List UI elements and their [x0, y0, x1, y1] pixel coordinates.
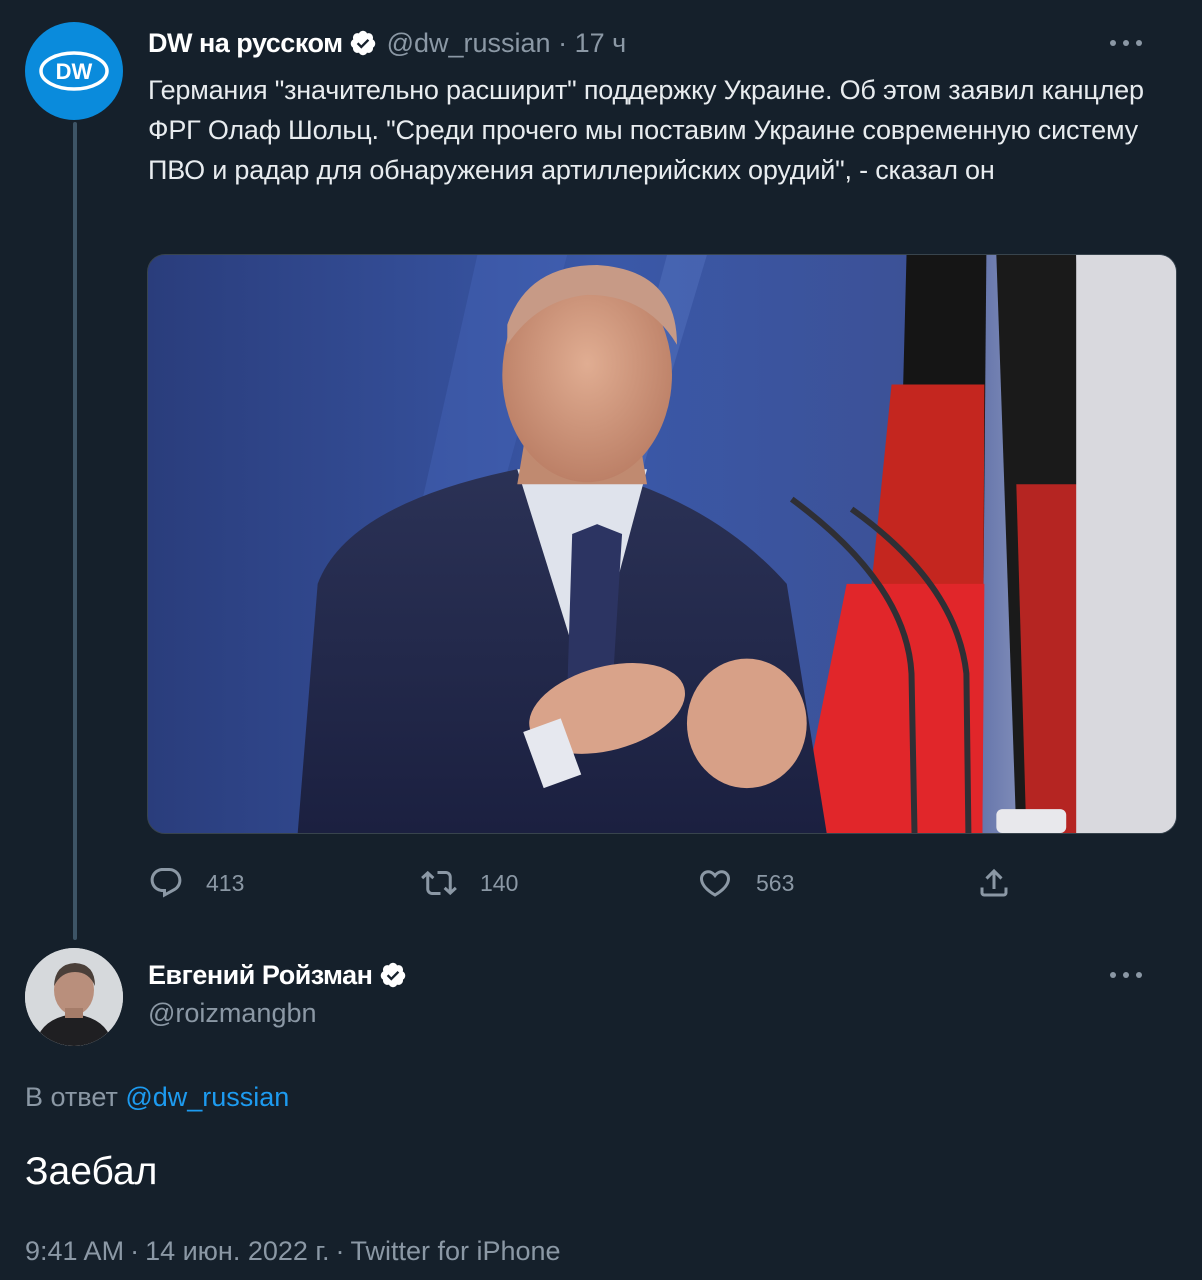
- svg-text:DW: DW: [56, 59, 93, 84]
- reply-button[interactable]: 413: [148, 860, 244, 906]
- thread-line: [73, 122, 77, 940]
- avatar-portrait: [25, 948, 123, 1046]
- like-icon: [699, 870, 731, 897]
- tweet-actions: 413 140 563: [148, 860, 1028, 906]
- tweet-text: Заебал: [25, 1150, 158, 1193]
- author-name[interactable]: Евгений Ройзман: [148, 960, 373, 991]
- share-icon: [980, 868, 1008, 897]
- date[interactable]: 14 июн. 2022 г.: [145, 1236, 329, 1266]
- tweet2-header: Евгений Ройзман: [148, 958, 1172, 992]
- dw-logo-icon: DW: [39, 51, 109, 91]
- more-icon[interactable]: [1110, 969, 1142, 981]
- tweet-text: Германия "значительно расширит" поддержк…: [148, 75, 1144, 185]
- reply-count: 413: [206, 869, 245, 896]
- retweet-count: 140: [480, 869, 519, 896]
- handle[interactable]: @roizmangbn: [148, 998, 317, 1029]
- tweet-meta: 9:41 AM · 14 июн. 2022 г. · Twitter for iPho…: [25, 1236, 561, 1267]
- reply-icon: [150, 868, 182, 898]
- separator: ·: [335, 1236, 345, 1266]
- handle-time: @dw_russian · 17 ч: [387, 28, 627, 59]
- source[interactable]: Twitter for iPhone: [350, 1236, 560, 1266]
- retweet-button[interactable]: 140: [420, 860, 518, 906]
- reply-context: В ответ @dw_russian: [25, 1082, 289, 1113]
- tweet-photo[interactable]: [147, 254, 1177, 834]
- tweet1-header: DW на русском @dw_russian · 17 ч: [148, 26, 1172, 60]
- separator: ·: [130, 1236, 140, 1266]
- reply-prefix: В ответ: [25, 1082, 118, 1112]
- more-icon[interactable]: [1110, 37, 1142, 49]
- time[interactable]: 9:41 AM: [25, 1236, 124, 1266]
- retweet-icon: [421, 870, 457, 896]
- timestamp[interactable]: 17 ч: [575, 28, 627, 58]
- author-name[interactable]: DW на русском: [148, 28, 343, 59]
- separator: ·: [558, 27, 568, 58]
- reply-handle-link[interactable]: @dw_russian: [125, 1082, 289, 1112]
- share-button[interactable]: [976, 860, 1012, 906]
- verified-badge-icon: [380, 962, 405, 988]
- avatar-roizman[interactable]: [25, 948, 123, 1046]
- photo-illustration: [148, 255, 1176, 833]
- verified-badge-icon: [350, 30, 375, 56]
- handle[interactable]: @dw_russian: [387, 28, 551, 58]
- like-button[interactable]: 563: [696, 860, 794, 906]
- like-count: 563: [756, 869, 795, 896]
- avatar-dw[interactable]: DW: [25, 22, 123, 120]
